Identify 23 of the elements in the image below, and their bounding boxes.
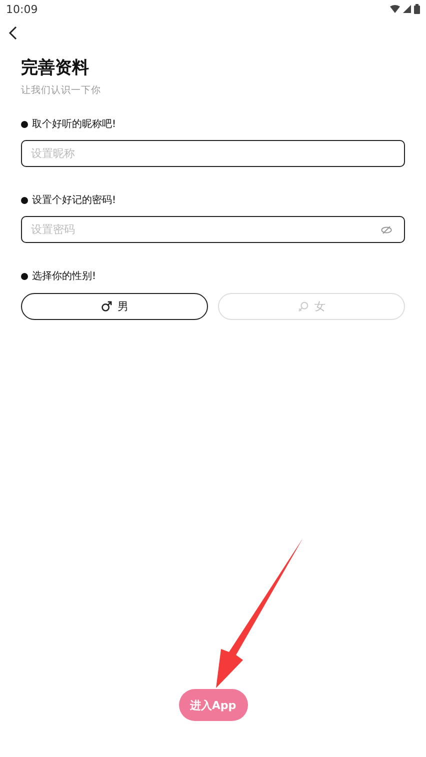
gender-option[interactable]: 女 (218, 293, 405, 320)
page-subtitle: 让我们认识一下你 (21, 84, 102, 97)
enter-app-button[interactable]: 进入App (178, 689, 248, 721)
eye-hidden-icon[interactable] (381, 226, 392, 234)
field-label: 选择你的性别! (32, 270, 96, 283)
bullet-icon (21, 196, 28, 204)
nickname-input[interactable]: 设置昵称 (31, 148, 395, 160)
gender-option[interactable]: 男 (21, 293, 208, 320)
signal-icon (403, 5, 411, 13)
wifi-icon (390, 5, 400, 13)
bullet-icon (21, 120, 28, 128)
female-symbol-icon (298, 301, 308, 312)
status-time: 10:09 (6, 2, 38, 16)
password-input[interactable]: 设置密码 (31, 224, 381, 236)
back-icon (8, 26, 17, 40)
nickname-field[interactable]: 设置昵称 (21, 140, 405, 167)
battery-icon (414, 4, 420, 14)
male-symbol-icon (100, 301, 112, 312)
password-field[interactable]: 设置密码 (21, 216, 405, 243)
page-title: 完善资料 (21, 57, 90, 79)
field-label: 取个好听的昵称吧! (32, 118, 116, 131)
field-label: 设置个好记的密码! (32, 194, 116, 207)
bullet-icon (21, 272, 28, 280)
